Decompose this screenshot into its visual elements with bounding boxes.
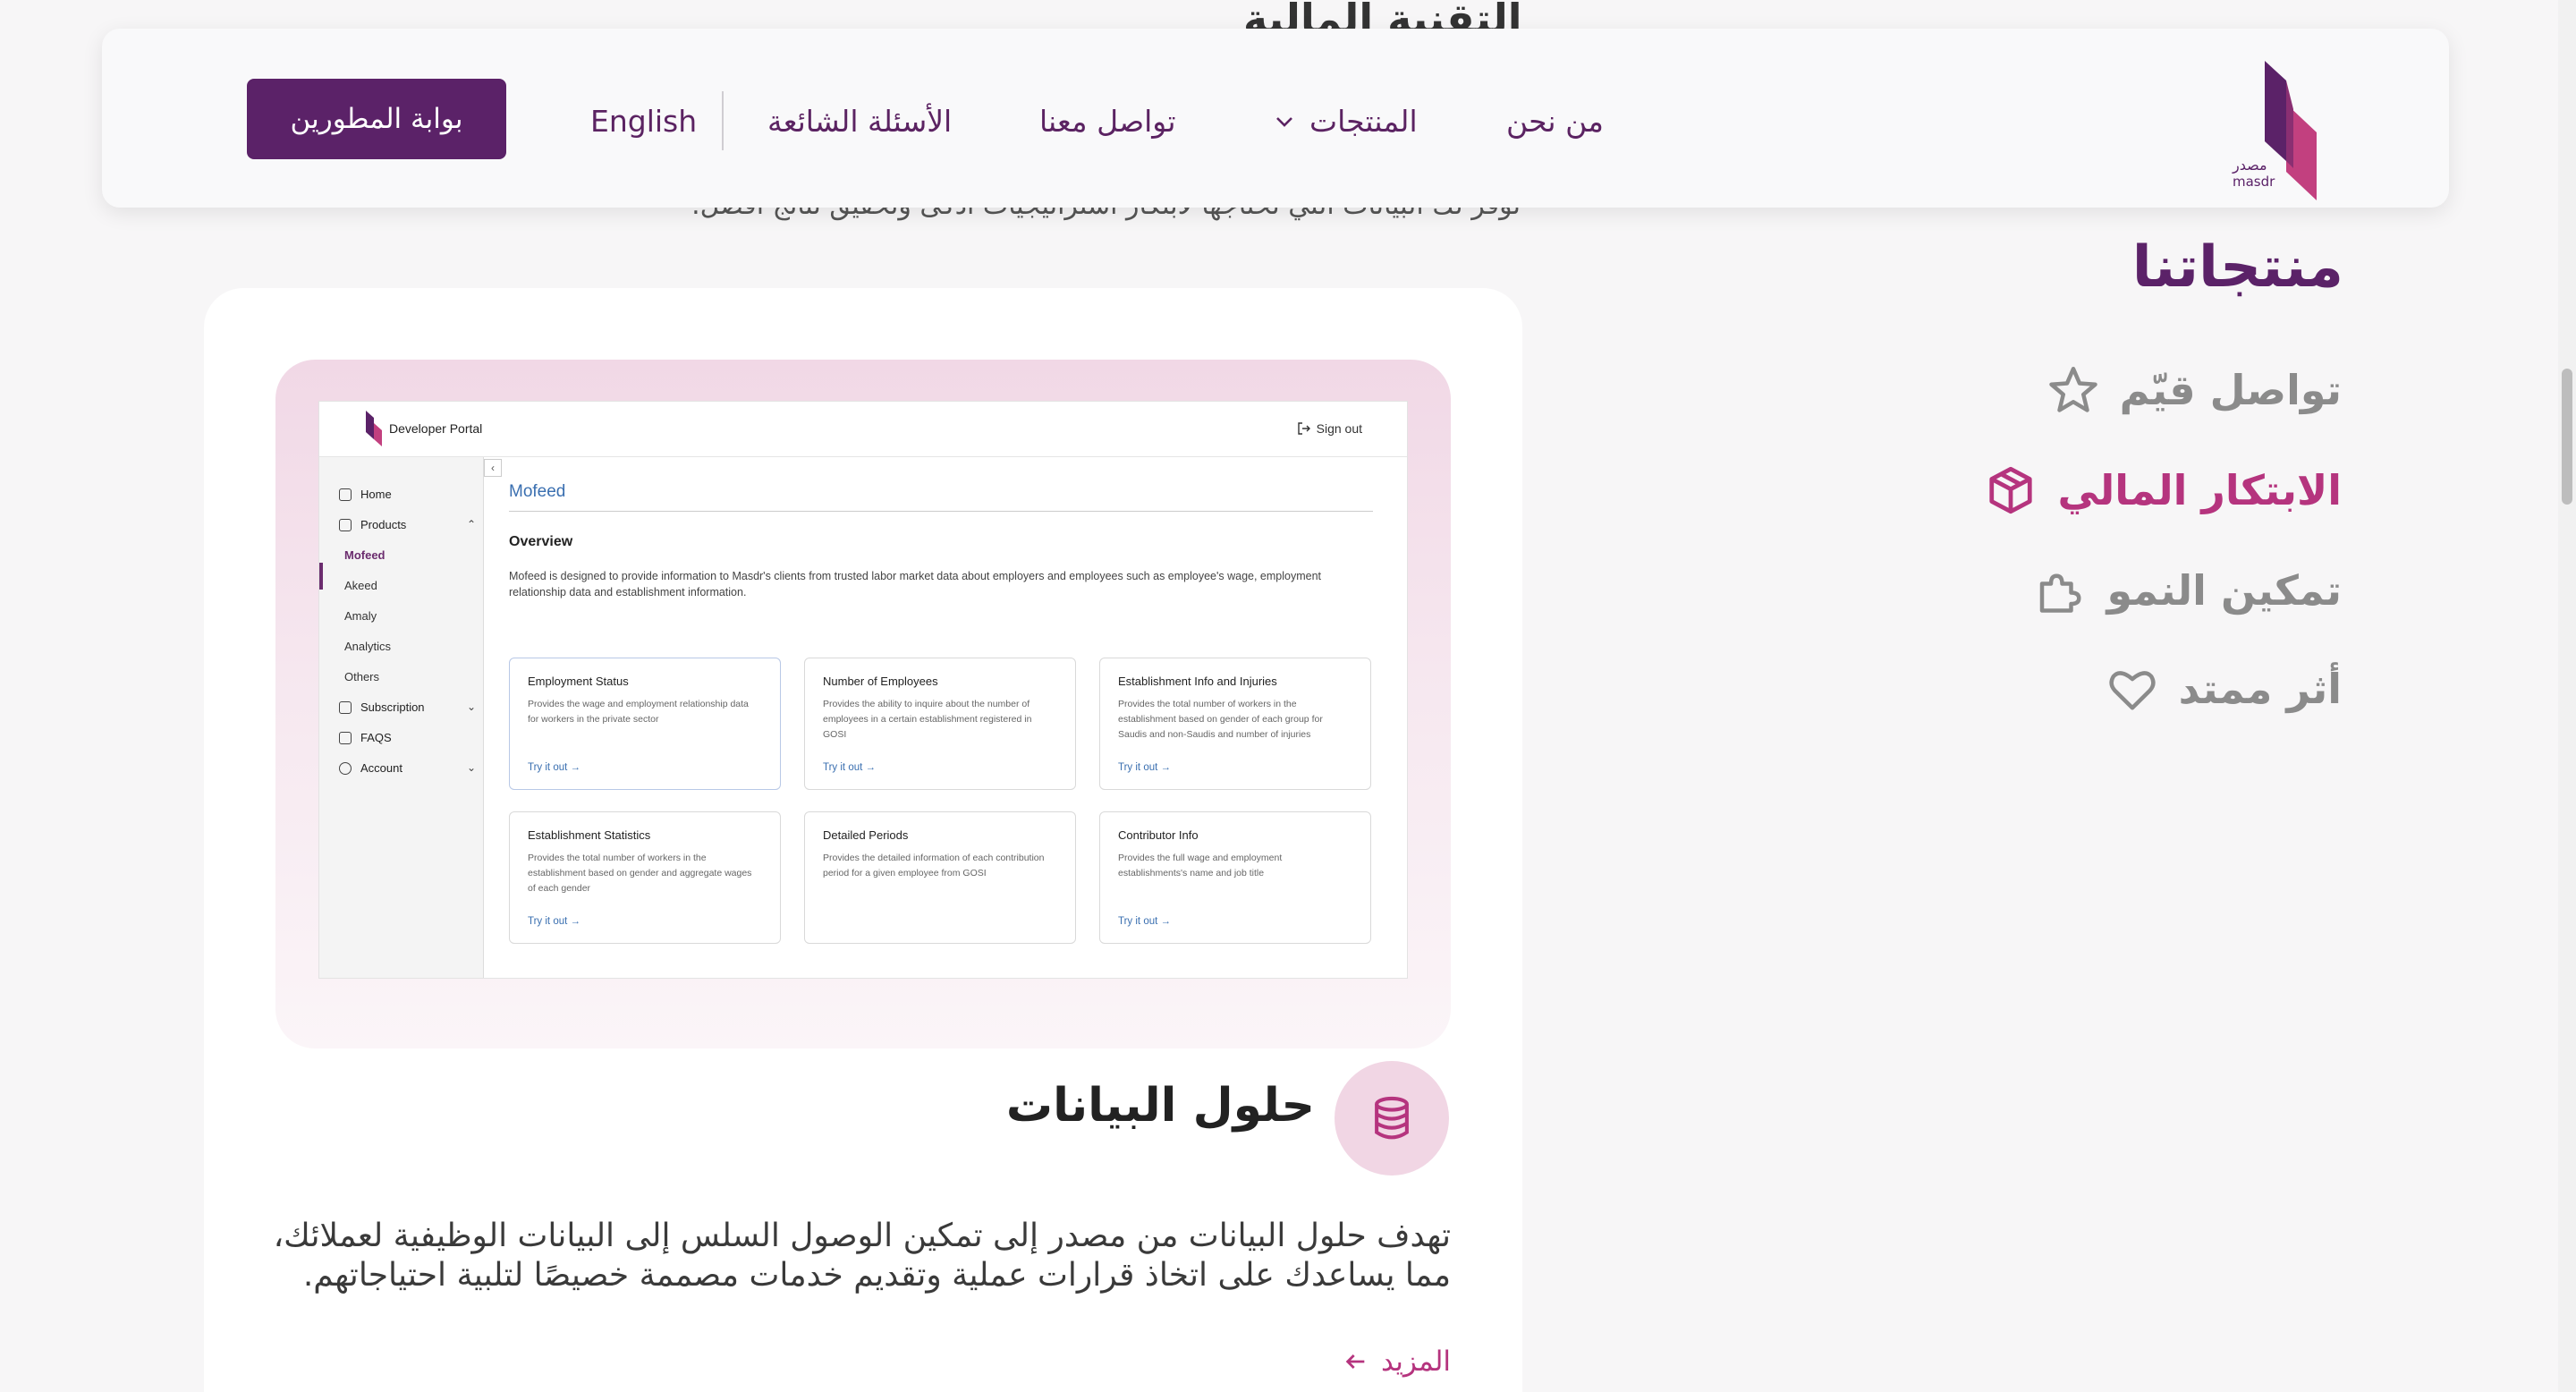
api-tile: Employment Status Provides the wage and … [509,658,781,790]
api-tile-desc: Provides the detailed information of eac… [823,853,1045,878]
api-tile-desc: Provides the total number of workers in … [1118,699,1323,740]
api-tile-title: Establishment Statistics [528,828,651,842]
svg-text:masdr: masdr [2233,174,2275,190]
nav-about[interactable]: من نحن [1506,104,1604,139]
chevron-down-icon: ⌄ [466,700,476,713]
arrow-left-icon [1345,1354,1365,1369]
api-tile: Detailed Periods Provides the detailed i… [804,811,1076,944]
masdr-logo[interactable]: مصدر masdr [2231,55,2365,208]
page-scrollbar[interactable] [2558,0,2576,1392]
portal-nav-products: Products [339,518,406,531]
api-tile-title: Number of Employees [823,675,938,688]
portal-divider [509,511,1373,512]
api-tile-title: Detailed Periods [823,828,909,842]
scrollbar-thumb[interactable] [2562,369,2572,505]
portal-nav-account: Account [339,761,402,775]
api-tile: Number of Employees Provides the ability… [804,658,1076,790]
database-glyph [1375,1096,1409,1140]
chevron-down-icon [1276,116,1292,127]
portal-nav-label: Products [360,518,407,531]
nav-contact[interactable]: تواصل معنا [1039,104,1176,139]
sidebar-item-valuable-contact[interactable]: تواصل قيّم [2046,354,2342,426]
sidebar-item-label: تواصل قيّم [2119,366,2342,414]
portal-nav-label: Account [360,761,402,775]
portal-nav-home: Home [339,488,392,501]
sidebar-item-growth-enablement[interactable]: تمكين النمو [2033,555,2342,626]
portal-active-indicator [319,563,323,590]
developer-portal-button[interactable]: بوابة المطورين [247,79,506,159]
try-it-out-link: Try it out → [528,762,580,773]
try-it-out-link: Try it out → [823,762,876,773]
refresh-icon [339,731,352,744]
api-tile: Establishment Info and Injuries Provides… [1099,658,1371,790]
portal-overview-heading: Overview [509,534,573,549]
portal-logo [366,411,382,446]
lock-icon [339,700,352,714]
portal-nav-subscription: Subscription [339,700,425,714]
portal-nav-faqs: FAQS [339,731,392,744]
api-tile-desc: Provides the wage and employment relatio… [528,699,749,725]
api-tile-desc: Provides the ability to inquire about th… [823,699,1032,740]
sidebar-item-label: أثر ممتد [2178,665,2342,713]
portal-nav-sub: Amaly [344,609,377,623]
try-it-out-link: Try it out → [1118,762,1171,773]
api-tile-desc: Provides the total number of workers in … [528,853,752,894]
home-icon [339,488,352,501]
chevron-down-icon: ⌄ [466,761,476,774]
portal-nav-label: FAQS [360,731,392,744]
data-solutions-title: حلول البيانات [1005,1079,1315,1133]
portal-nav-label: Home [360,488,392,501]
api-tile: Establishment Statistics Provides the to… [509,811,781,944]
api-tile-title: Contributor Info [1118,828,1199,842]
more-link[interactable]: المزيد [1333,1342,1451,1381]
api-tile-title: Employment Status [528,675,629,688]
grid-icon [339,518,352,531]
site-header: مصدر masdr من نحن المنتجات تواصل معنا ال… [102,29,2449,208]
chevron-up-icon: ⌃ [466,518,476,530]
api-tile-desc: Provides the full wage and employment es… [1118,853,1283,878]
nav-products-label: المنتجات [1309,104,1418,139]
try-it-out-link: Try it out → [528,916,580,927]
sidebar-item-label: تمكين النمو [2106,566,2342,615]
api-tile-title: Establishment Info and Injuries [1118,675,1277,688]
nav-products[interactable]: المنتجات [1274,104,1418,139]
developer-portal-screenshot: Developer Portal Sign out Home Products … [318,401,1408,979]
portal-nav-sub: Others [344,670,380,683]
portal-nav-label: Subscription [360,700,425,714]
portal-topbar: Developer Portal Sign out [319,402,1407,457]
portal-sign-out: Sign out [1297,421,1362,436]
portal-nav-sub: Akeed [344,579,377,592]
portal-nav-sub: Mofeed [344,548,386,562]
portal-nav-sub: Analytics [344,640,392,653]
portal-description: Mofeed is designed to provide informatio… [509,570,1322,598]
try-it-out-link: Try it out → [1118,916,1171,927]
heart-icon [2109,671,2156,710]
puzzle-icon [2040,573,2081,613]
database-icon [1335,1061,1449,1176]
user-icon [339,761,352,775]
svg-text:مصدر: مصدر [2232,157,2267,174]
sidebar-item-extended-impact[interactable]: أثر ممتد [2106,653,2342,725]
nav-faq[interactable]: الأسئلة الشائعة [767,104,952,139]
sign-out-icon [1297,422,1310,435]
star-icon [2048,367,2097,412]
data-solutions-description: تهدف حلول البيانات من مصدر إلى تمكين الو… [273,1218,1451,1294]
api-tile: Contributor Info Provides the full wage … [1099,811,1371,944]
portal-page-title: Mofeed [509,482,566,501]
products-section-title: منتجاتنا [2131,234,2343,301]
collapse-icon: ‹ [484,459,502,477]
portal-sign-out-label: Sign out [1316,421,1362,436]
portal-sidebar: Home Products ⌃ Mofeed Akeed Amaly Analy… [319,457,484,978]
sidebar-item-label: الابتكار المالي [2057,466,2342,514]
language-switch[interactable]: English [590,104,697,139]
portal-title: Developer Portal [389,421,483,436]
cube-icon [1989,466,2033,514]
nav-divider [722,91,724,150]
more-link-label: المزيد [1381,1345,1451,1378]
sidebar-item-financial-innovation[interactable]: الابتكار المالي [1984,454,2342,526]
